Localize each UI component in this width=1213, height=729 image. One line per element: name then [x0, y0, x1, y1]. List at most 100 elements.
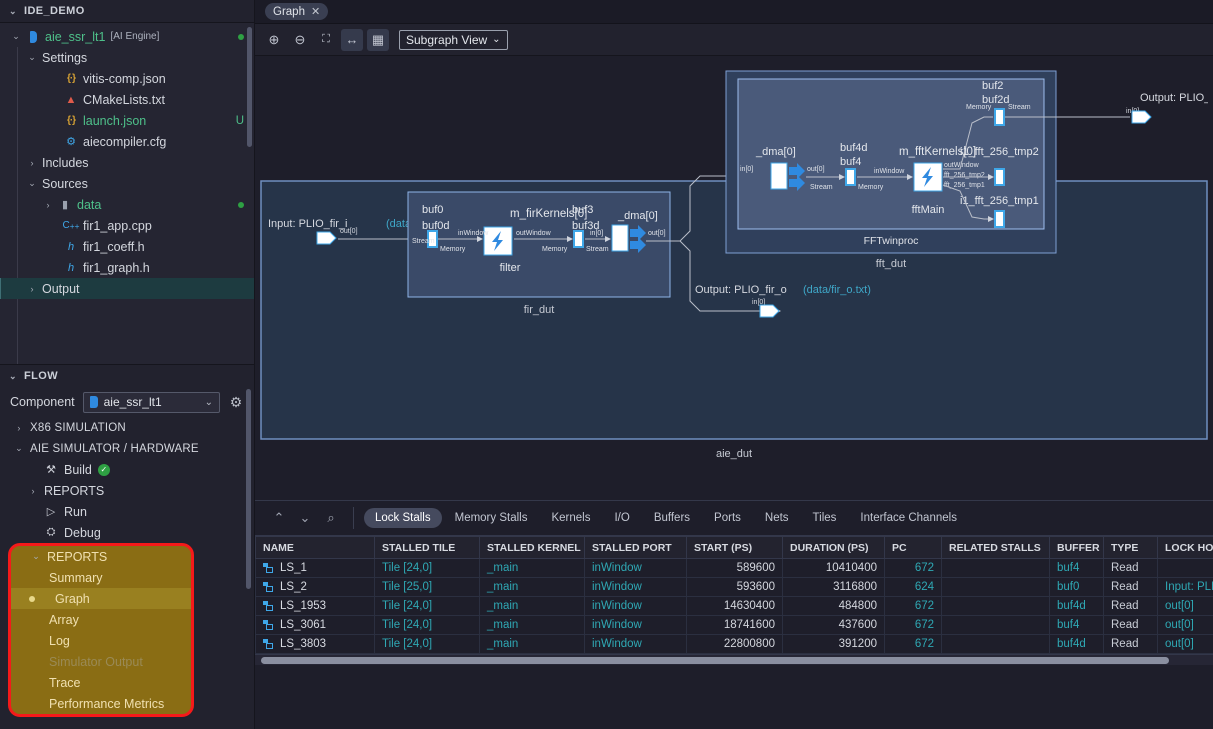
tree-item-sources[interactable]: ⌄ Sources [0, 173, 254, 194]
fit-width-icon[interactable]: ↔ [341, 28, 363, 51]
grid-icon[interactable]: ▦ [367, 28, 389, 51]
column-header-stalled-kernel[interactable]: STALLED KERNEL [479, 536, 585, 559]
column-header-stalled-tile[interactable]: STALLED TILE [374, 536, 480, 559]
fft-buffer-icon-tmp2[interactable] [994, 168, 1005, 186]
debug-icon: ⛭ [46, 526, 56, 538]
report-tab-ports[interactable]: Ports [703, 508, 752, 528]
file-explorer[interactable]: ⌄ aie_ssr_lt1 [AI Engine] ⌄ Settings {·} vitis… [0, 22, 254, 365]
tree-item-output[interactable]: › Output [0, 278, 254, 299]
expand-all-icon[interactable]: ⌄ [293, 506, 317, 530]
column-header-duration-ps-[interactable]: DURATION (PS) [782, 536, 885, 559]
tree-item-vitis-comp-json[interactable]: {·} vitis-comp.json [0, 68, 254, 89]
reports-group-header[interactable]: ⌄ REPORTS [11, 546, 191, 567]
component-label: Component [10, 395, 75, 409]
column-header-start-ps-[interactable]: START (PS) [686, 536, 783, 559]
report-tab-memory-stalls[interactable]: Memory Stalls [444, 508, 539, 528]
report-item-summary[interactable]: Summary [11, 567, 191, 588]
column-header-pc[interactable]: PC [884, 536, 942, 559]
report-item-trace[interactable]: Trace [11, 672, 191, 693]
graph-canvas[interactable]: aie_dut Input: PLIO_fir_i (data/sig_i.tx… [255, 56, 1213, 500]
reports-group-highlight[interactable]: ⌄ REPORTS Summary Graph Array Log Simulator Ou… [8, 543, 194, 717]
column-header-related-stalls[interactable]: RELATED STALLS [941, 536, 1050, 559]
flow-row-build[interactable]: ⚒ Build ✓ [0, 459, 254, 480]
fft-buffer-icon-tmp1[interactable] [994, 210, 1005, 228]
report-tab-kernels[interactable]: Kernels [540, 508, 601, 528]
flow-row-aie-simulator-hardware[interactable]: ⌄ AIE SIMULATOR / HARDWARE [0, 438, 254, 459]
zoom-in-icon[interactable]: ⊕ [263, 29, 285, 51]
report-item-performance-metrics[interactable]: Performance Metrics [11, 693, 191, 714]
flow-header[interactable]: ⌄ FLOW [0, 365, 254, 387]
tree-item-fir1-graph-h[interactable]: h fir1_graph.h [0, 257, 254, 278]
report-item-simulator-output[interactable]: Simulator Output [11, 651, 191, 672]
flow-scrollbar[interactable] [246, 389, 251, 589]
tree-item-launch-json[interactable]: {·} launch.json U [0, 110, 254, 131]
cell-duration: 3116800 [782, 577, 885, 597]
zoom-out-icon[interactable]: ⊖ [289, 29, 311, 51]
settings-gear-icon[interactable]: ⚙ [228, 394, 244, 410]
fit-screen-icon[interactable]: ⛶ [315, 29, 337, 51]
cell-stalled-port: inWindow [584, 615, 687, 635]
cell-stalled-kernel: _main [479, 558, 585, 578]
search-icon[interactable]: ⌕ [319, 506, 343, 530]
table-row[interactable]: LS_1953 Tile [24,0] _main inWindow 14630400 4… [255, 596, 1213, 616]
output-fft-port-icon[interactable] [1131, 110, 1152, 124]
column-header-stalled-port[interactable]: STALLED PORT [584, 536, 687, 559]
reports-group-label: REPORTS [47, 549, 108, 564]
chevron-right-icon: › [46, 199, 50, 210]
report-item-graph[interactable]: Graph [11, 588, 191, 609]
report-item-log[interactable]: Log [11, 630, 191, 651]
cell-duration: 437600 [782, 615, 885, 635]
table-row[interactable]: LS_3061 Tile [24,0] _main inWindow 18741600 4… [255, 615, 1213, 635]
column-header-type[interactable]: TYPE [1103, 536, 1158, 559]
cell-duration: 391200 [782, 634, 885, 654]
component-value: aie_ssr_lt1 [103, 395, 162, 409]
tree-item-fir1-app-cpp[interactable]: C ++ fir1_app.cpp [0, 215, 254, 236]
flow-row-debug[interactable]: ⛭ Debug [0, 522, 254, 543]
flow-row-run[interactable]: ▷ Run [0, 501, 254, 522]
explorer-scrollbar[interactable] [247, 27, 252, 147]
fft-dma-icon[interactable] [770, 162, 788, 190]
report-tab-interface-channels[interactable]: Interface Channels [849, 508, 968, 528]
table-row[interactable]: LS_1 Tile [24,0] _main inWindow 589600 104104… [255, 558, 1213, 578]
table-horizontal-scrollbar[interactable] [255, 654, 1213, 665]
edge-label-stream-1: Stream [412, 238, 435, 245]
stalls-table-wrapper[interactable]: NAME STALLED TILE STALLED KERNEL STALLED PO… [255, 535, 1213, 654]
table-row[interactable]: LS_3803 Tile [24,0] _main inWindow 22800800 3… [255, 634, 1213, 654]
flow-row-x86-simulation[interactable]: › X86 SIMULATION [0, 417, 254, 438]
column-header-name[interactable]: NAME [255, 536, 375, 559]
tree-item-label: Sources [42, 176, 88, 191]
tree-item-cmakelists-txt[interactable]: ▲ CMakeLists.txt [0, 89, 254, 110]
report-item-array[interactable]: Array [11, 609, 191, 630]
tree-item-settings[interactable]: ⌄ Settings [0, 47, 254, 68]
tree-item-aie-ssr-lt1[interactable]: ⌄ aie_ssr_lt1 [AI Engine] [0, 26, 254, 47]
close-icon[interactable]: ✕ [311, 5, 320, 18]
fir-dma-icon[interactable] [611, 224, 629, 252]
tree-item-includes[interactable]: › Includes [0, 152, 254, 173]
report-tab-buffers[interactable]: Buffers [643, 508, 701, 528]
tab-graph[interactable]: Graph ✕ [265, 3, 329, 20]
tree-item-fir1-coeff-h[interactable]: h fir1_coeff.h [0, 236, 254, 257]
tree-item-data[interactable]: › ▮ data [0, 194, 254, 215]
report-tab-i-o[interactable]: I/O [603, 508, 640, 528]
tree-item-label: Output [42, 281, 80, 296]
component-select[interactable]: aie_ssr_lt1 ⌄ [82, 391, 220, 413]
fft-buffer-icon-buf2[interactable] [994, 108, 1005, 126]
fir-buffer-icon-out[interactable] [573, 230, 584, 248]
collapse-all-icon[interactable]: ⌃ [267, 506, 291, 530]
flow-row-reports[interactable]: › REPORTS [0, 480, 254, 501]
table-row[interactable]: LS_2 Tile [25,0] _main inWindow 593600 311680… [255, 577, 1213, 597]
column-header-buffer[interactable]: BUFFER [1049, 536, 1104, 559]
cell-stalled-port: inWindow [584, 596, 687, 616]
cell-lock-holder: out[0] [1157, 596, 1213, 616]
folder-icon: ▮ [61, 199, 69, 211]
fft-buffer-icon-in[interactable] [845, 168, 856, 186]
fir-dut-label: fir_dut [524, 304, 555, 316]
graph-diagram[interactable]: aie_dut Input: PLIO_fir_i (data/sig_i.tx… [260, 61, 1208, 471]
column-header-lock-holder[interactable]: LOCK HOLDER [1157, 536, 1213, 559]
tree-item-aiecompiler-cfg[interactable]: ⚙ aiecompiler.cfg [0, 131, 254, 152]
report-tab-nets[interactable]: Nets [754, 508, 800, 528]
report-tab-lock-stalls[interactable]: Lock Stalls [364, 508, 442, 528]
view-mode-select[interactable]: Subgraph View ⌄ [399, 29, 508, 50]
explorer-header[interactable]: ⌄ IDE_DEMO [0, 0, 254, 22]
report-tab-tiles[interactable]: Tiles [802, 508, 848, 528]
